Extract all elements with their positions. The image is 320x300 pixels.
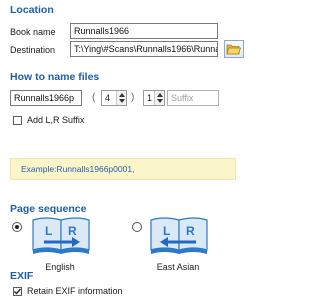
start-spin-buttons [154, 91, 164, 105]
example-preview-text: Example:Runnalls1966p0001, [21, 164, 135, 174]
chevron-up-icon [118, 93, 125, 97]
checkmark-icon [14, 288, 22, 295]
digits-spin-buttons [116, 91, 126, 105]
book-east-asian-icon[interactable]: L R [148, 214, 210, 256]
browse-folder-button[interactable] [224, 40, 244, 58]
retain-exif-label: Retain EXIF information [27, 286, 123, 296]
example-preview-box: Example:Runnalls1966p0001, [10, 158, 236, 180]
destination-label: Destination [10, 45, 56, 55]
paren-open: ( [92, 92, 96, 103]
filename-prefix-input[interactable]: Runnalls1966p [10, 90, 82, 106]
paren-close: ) [131, 92, 135, 103]
start-number-stepper[interactable]: 1 [143, 90, 165, 106]
chevron-up-icon [156, 93, 163, 97]
book-name-label: Book name [10, 27, 56, 37]
suffix-input[interactable]: Suffix [167, 90, 219, 106]
left-letter-east-asian: L [163, 224, 170, 238]
east-asian-caption: East Asian [156, 262, 200, 272]
chevron-down-icon [118, 99, 125, 103]
right-letter-english: R [68, 224, 77, 238]
start-number-value: 1 [147, 93, 153, 103]
book-english-icon[interactable]: L R [30, 214, 92, 256]
naming-section-title: How to name files [10, 71, 100, 83]
digits-stepper[interactable]: 4 [101, 90, 127, 106]
add-lr-suffix-checkbox[interactable] [13, 116, 22, 125]
retain-exif-checkbox[interactable] [13, 287, 22, 296]
exif-section-title: EXIF [10, 270, 34, 282]
east-asian-radio[interactable] [132, 222, 142, 232]
location-section-title: Location [10, 4, 54, 16]
destination-input[interactable]: T:\Ying\#Scans\Runnalls1966\Runnall [70, 41, 218, 57]
digits-value: 4 [105, 93, 111, 103]
right-letter-east-asian: R [186, 224, 195, 238]
start-down-button[interactable] [156, 98, 163, 104]
folder-open-icon [226, 44, 242, 55]
digits-down-button[interactable] [118, 98, 125, 104]
chevron-down-icon [156, 99, 163, 103]
book-name-input[interactable]: Runnalls1966 [70, 23, 218, 39]
left-letter-english: L [45, 224, 52, 238]
english-radio[interactable] [12, 222, 22, 232]
add-lr-suffix-label: Add L,R Suffix [27, 115, 85, 125]
